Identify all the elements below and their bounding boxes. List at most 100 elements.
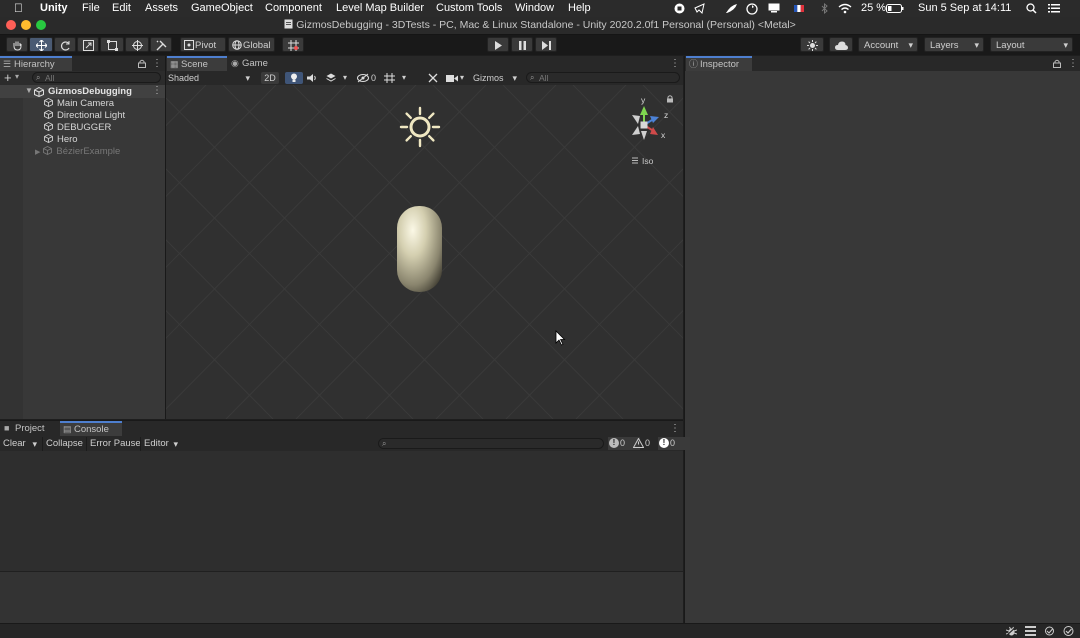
spotlight-search-icon[interactable] — [1026, 3, 1037, 14]
menu-help[interactable]: Help — [568, 2, 591, 14]
hierarchy-item[interactable]: Main Camera — [44, 98, 114, 110]
french-flag-icon[interactable] — [794, 5, 804, 12]
cloud-button[interactable] — [829, 37, 853, 52]
battery-percent: 25 % — [861, 2, 887, 14]
menu-assets[interactable]: Assets — [145, 2, 178, 14]
tab-console[interactable]: ▤ Console — [60, 421, 122, 436]
refresh-app-icon[interactable] — [746, 3, 758, 15]
add-object-button[interactable]: + — [4, 70, 12, 85]
menu-component[interactable]: Component — [265, 2, 322, 14]
tab-scene[interactable]: ▦ Scene — [167, 56, 227, 71]
lighting-toggle[interactable] — [285, 72, 303, 84]
pivot-toggle[interactable]: Pivot — [180, 37, 226, 52]
hero-capsule[interactable] — [397, 206, 442, 292]
scene-tools-button[interactable] — [428, 72, 440, 84]
hierarchy-item[interactable]: Hero — [44, 134, 78, 146]
menu-level-map-builder[interactable]: Level Map Builder — [336, 2, 424, 14]
status-check-icon[interactable] — [1063, 626, 1074, 636]
menu-window[interactable]: Window — [515, 2, 554, 14]
hand-tool-button[interactable] — [6, 37, 28, 52]
hidden-objects-toggle[interactable]: 0 — [357, 72, 381, 84]
hierarchy-search-input[interactable]: All — [32, 72, 161, 83]
layers-dropdown[interactable]: Layers — [924, 37, 984, 53]
editor-dropdown[interactable]: Editor — [140, 437, 182, 451]
account-dropdown[interactable]: Account — [858, 37, 918, 53]
hierarchy-item[interactable]: DEBUGGER — [44, 122, 111, 134]
error-count-toggle[interactable]: ! 0 — [658, 437, 690, 450]
error-count: 0 — [670, 438, 676, 448]
gameobject-cube-icon — [44, 134, 53, 143]
grid-settings-dropdown[interactable]: ▾ — [384, 72, 410, 84]
inspector-lock-icon[interactable] — [1053, 59, 1061, 68]
menu-unity[interactable]: Unity — [40, 2, 68, 14]
custom-tools-button[interactable] — [150, 37, 172, 52]
progress-stack-icon[interactable] — [1025, 626, 1036, 636]
step-button[interactable] — [535, 37, 557, 52]
pivot-icon — [184, 40, 194, 50]
tab-inspector[interactable]: ⓘ Inspector — [686, 56, 752, 71]
transform-tool-button[interactable] — [125, 37, 149, 52]
telegram-icon[interactable] — [694, 3, 705, 14]
tab-hierarchy[interactable]: ☰ Hierarchy — [0, 56, 72, 71]
clock-datetime[interactable]: Sun 5 Sep at 14:11 — [918, 2, 1011, 14]
play-button[interactable] — [487, 37, 509, 52]
close-window-button[interactable] — [6, 20, 16, 30]
scene-options-icon[interactable]: ⋮ — [152, 85, 162, 96]
collapse-label: Collapse — [46, 438, 83, 449]
rotate-tool-button[interactable] — [54, 37, 76, 52]
tab-project[interactable]: ■ Project — [1, 421, 59, 436]
pause-button[interactable] — [511, 37, 533, 52]
collapse-toggle[interactable]: Collapse — [42, 437, 88, 451]
hierarchy-item-label: Directional Light — [57, 110, 126, 121]
clear-dropdown[interactable]: Clear — [3, 437, 41, 451]
collapse-arrow-icon[interactable]: ▶ — [35, 149, 40, 156]
layout-dropdown[interactable]: Layout — [990, 37, 1073, 53]
scene-viewport[interactable]: y z x Iso — [166, 85, 683, 419]
battery-icon[interactable] — [886, 4, 904, 13]
scene-menu-icon[interactable]: ⋮ — [670, 56, 680, 71]
auto-refresh-icon[interactable] — [1044, 626, 1055, 636]
hierarchy-menu-icon[interactable]: ⋮ — [152, 56, 162, 71]
move-tool-button[interactable] — [29, 37, 53, 52]
lock-icon[interactable] — [138, 59, 146, 68]
control-center-icon[interactable] — [1048, 4, 1060, 13]
maximize-window-button[interactable] — [36, 20, 46, 30]
hierarchy-item-disabled[interactable]: ▶ BézierExample — [35, 146, 120, 158]
menu-edit[interactable]: Edit — [112, 2, 131, 14]
rect-tool-button[interactable] — [100, 37, 124, 52]
toggle-2d-button[interactable]: 2D — [261, 72, 279, 84]
feather-icon[interactable] — [725, 3, 738, 14]
tab-game[interactable]: ◉ Game — [228, 56, 284, 71]
inspector-menu-icon[interactable]: ⋮ — [1068, 56, 1078, 71]
effects-dropdown[interactable]: ▾ — [326, 72, 348, 84]
audio-toggle[interactable] — [307, 72, 321, 84]
scene-root-row[interactable]: ▼ GizmosDebugging ⋮ — [0, 85, 165, 98]
console-search-input[interactable] — [378, 438, 604, 449]
console-menu-icon[interactable]: ⋮ — [670, 421, 680, 436]
shading-mode-dropdown[interactable]: Shaded — [168, 72, 254, 84]
menu-gameobject[interactable]: GameObject — [191, 2, 253, 14]
scene-camera-dropdown[interactable]: ▾ — [446, 72, 468, 84]
error-pause-toggle[interactable]: Error Pause — [86, 437, 142, 451]
services-button[interactable] — [800, 37, 824, 52]
scene-search-input[interactable]: All — [526, 72, 680, 83]
grid-snap-button[interactable] — [282, 37, 304, 52]
apple-menu-icon[interactable]:  — [14, 1, 23, 15]
projection-label[interactable]: Iso — [642, 156, 654, 166]
global-toggle[interactable]: Global — [228, 37, 275, 52]
account-label: Account — [864, 40, 899, 51]
info-icon: ⓘ — [689, 59, 699, 69]
record-icon[interactable] — [674, 3, 685, 14]
bluetooth-icon[interactable] — [821, 3, 828, 14]
wifi-icon[interactable] — [838, 3, 852, 14]
minimize-window-button[interactable] — [21, 20, 31, 30]
hierarchy-item[interactable]: Directional Light — [44, 110, 125, 122]
expand-arrow-icon[interactable]: ▼ — [25, 86, 33, 95]
add-dropdown-icon[interactable]: ▾ — [15, 72, 19, 81]
menu-file[interactable]: File — [82, 2, 100, 14]
gizmos-dropdown[interactable]: Gizmos — [471, 72, 521, 84]
scale-tool-button[interactable] — [77, 37, 99, 52]
display-icon[interactable] — [768, 3, 780, 13]
menu-custom-tools[interactable]: Custom Tools — [436, 2, 502, 14]
bug-icon[interactable] — [1006, 626, 1017, 636]
